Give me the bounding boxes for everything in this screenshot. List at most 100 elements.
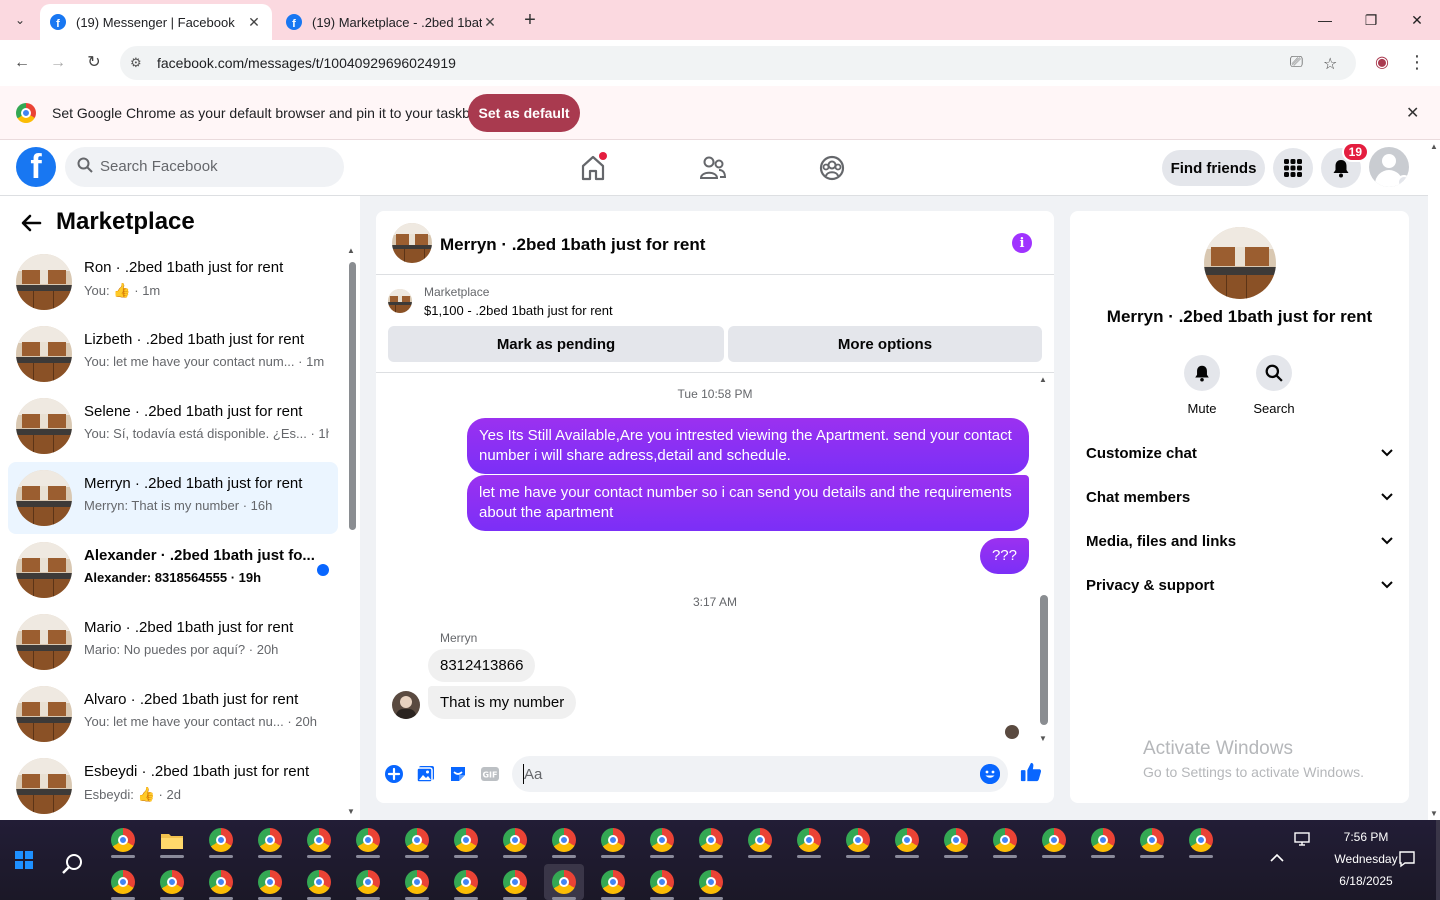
clock-time[interactable]: 7:56 PM [1324, 830, 1408, 844]
gallery-icon[interactable] [415, 763, 437, 785]
scroll-up-arrow-icon[interactable]: ▲ [1039, 375, 1047, 384]
menu-grid-icon[interactable] [1273, 148, 1313, 188]
tab-marketplace[interactable]: f (19) Marketplace - .2bed 1bath ✕ [276, 4, 508, 40]
chrome-window-icon[interactable] [250, 822, 290, 858]
chrome-window-icon[interactable] [299, 822, 339, 858]
chrome-window-icon[interactable] [299, 864, 339, 900]
mark-as-pending-button[interactable]: Mark as pending [388, 326, 724, 362]
chrome-window-icon[interactable] [103, 822, 143, 858]
chrome-window-icon[interactable] [789, 822, 829, 858]
close-infobar-icon[interactable]: ✕ [1406, 103, 1419, 123]
chat-list-scrollbar[interactable]: ▲ ▼ [346, 246, 358, 816]
chrome-window-icon[interactable] [495, 864, 535, 900]
chrome-window-icon[interactable] [1181, 822, 1221, 858]
chat-list-item[interactable]: Merryn · .2bed 1bath just for rent Merryn… [8, 462, 338, 534]
chat-list-item[interactable]: Esbeydi · .2bed 1bath just for rent Esbey… [8, 750, 338, 822]
conversation-avatar[interactable] [392, 223, 432, 263]
chrome-window-icon[interactable] [152, 864, 192, 900]
taskbar-search-icon[interactable] [52, 844, 92, 884]
chrome-window-icon[interactable] [544, 822, 584, 858]
notifications-bell-icon[interactable]: 19 [1321, 142, 1369, 188]
clock-date[interactable]: 6/18/2025 [1316, 874, 1416, 888]
chat-list-item[interactable]: Alvaro · .2bed 1bath just for rent You: l… [8, 678, 338, 750]
chrome-window-icon[interactable] [544, 864, 584, 900]
site-settings-icon[interactable]: ⚙ [130, 55, 142, 71]
close-tab-icon[interactable]: ✕ [482, 14, 498, 31]
scroll-down-arrow-icon[interactable]: ▼ [1430, 809, 1438, 818]
chrome-window-icon[interactable] [1034, 822, 1074, 858]
chat-list-item[interactable]: Mario · .2bed 1bath just for rent Mario: … [8, 606, 338, 678]
chrome-window-icon[interactable] [348, 822, 388, 858]
chrome-window-icon[interactable] [691, 822, 731, 858]
chrome-window-icon[interactable] [348, 864, 388, 900]
chrome-window-icon[interactable] [691, 864, 731, 900]
back-arrow-icon[interactable] [20, 212, 42, 240]
chat-list-item[interactable]: Selene · .2bed 1bath just for rent You: S… [8, 390, 338, 462]
chrome-window-icon[interactable] [985, 822, 1025, 858]
bookmark-star-icon[interactable]: ☆ [1323, 54, 1337, 74]
tab-messenger[interactable]: f (19) Messenger | Facebook ✕ [40, 4, 272, 40]
new-tab-plus-icon[interactable]: + [518, 9, 542, 33]
listing-thumbnail[interactable] [388, 289, 412, 313]
scroll-down-arrow-icon[interactable]: ▼ [347, 807, 355, 816]
customize-chat-section[interactable]: Customize chat [1086, 433, 1393, 473]
message-input[interactable]: Aa [512, 756, 1008, 792]
info-icon[interactable]: i [1012, 233, 1032, 253]
notification-center-icon[interactable] [1398, 850, 1416, 873]
page-scrollbar[interactable]: ▲ ▼ [1428, 140, 1440, 820]
chat-list-item[interactable]: Alexander · .2bed 1bath just fo... Alexan… [8, 534, 338, 606]
back-arrow-icon[interactable]: ← [10, 51, 34, 75]
mute-button[interactable]: Mute [1166, 355, 1238, 416]
sender-avatar[interactable] [392, 691, 420, 719]
search-facebook-input[interactable]: Search Facebook [65, 147, 344, 187]
chrome-window-icon[interactable] [495, 822, 535, 858]
home-icon[interactable] [577, 152, 609, 184]
thread-scrollbar[interactable]: ▲ ▼ [1038, 375, 1050, 743]
scroll-down-arrow-icon[interactable]: ▼ [1039, 734, 1047, 743]
chrome-window-icon[interactable] [740, 822, 780, 858]
chrome-window-icon[interactable] [887, 822, 927, 858]
scroll-up-arrow-icon[interactable]: ▲ [347, 246, 355, 255]
incoming-message[interactable]: 8312413866 [428, 649, 536, 682]
chrome-window-icon[interactable] [201, 864, 241, 900]
chrome-window-icon[interactable] [1083, 822, 1123, 858]
chrome-window-icon[interactable] [838, 822, 878, 858]
chrome-window-icon[interactable] [446, 864, 486, 900]
forward-arrow-icon[interactable]: → [46, 51, 70, 75]
search-in-conversation-button[interactable]: Search [1238, 355, 1310, 416]
address-bar[interactable]: ⚙ facebook.com/messages/t/10040929696024… [120, 46, 1356, 80]
outgoing-message[interactable]: Yes Its Still Available,Are you intreste… [467, 418, 1029, 474]
scrollbar-thumb[interactable] [1040, 595, 1048, 725]
chrome-window-icon[interactable] [593, 822, 633, 858]
chrome-window-icon[interactable] [250, 864, 290, 900]
set-as-default-button[interactable]: Set as default [468, 94, 580, 132]
chrome-window-icon[interactable] [593, 864, 633, 900]
reload-icon[interactable]: ↻ [82, 51, 106, 75]
close-tab-icon[interactable]: ✕ [246, 14, 262, 31]
chrome-window-icon[interactable] [642, 822, 682, 858]
chat-members-section[interactable]: Chat members [1086, 477, 1393, 517]
sticker-icon[interactable] [447, 763, 469, 785]
chat-list-item[interactable]: Ron · .2bed 1bath just for rent You: 👍 · … [8, 246, 338, 318]
chrome-window-icon[interactable] [936, 822, 976, 858]
scroll-up-arrow-icon[interactable]: ▲ [1430, 142, 1438, 151]
facebook-logo-icon[interactable]: f [16, 147, 56, 187]
network-icon[interactable] [1294, 831, 1312, 850]
outgoing-message[interactable]: ??? [979, 538, 1029, 574]
gif-icon[interactable]: GIF [479, 763, 501, 785]
find-friends-button[interactable]: Find friends [1162, 150, 1265, 186]
chrome-menu-icon[interactable]: ⋮ [1408, 52, 1426, 73]
chrome-window-icon[interactable] [103, 864, 143, 900]
show-desktop-button[interactable] [1436, 820, 1440, 900]
outgoing-message[interactable]: let me have your contact number so i can… [467, 475, 1029, 531]
emoji-icon[interactable] [980, 764, 1000, 784]
plus-circle-icon[interactable] [383, 763, 405, 785]
chat-list-item[interactable]: Lizbeth · .2bed 1bath just for rent You: … [8, 318, 338, 390]
like-thumbs-up-icon[interactable] [1020, 761, 1042, 783]
account-avatar[interactable]: ⌄ [1369, 147, 1409, 187]
file-explorer-icon[interactable] [152, 822, 192, 858]
profile-avatar[interactable] [1204, 227, 1276, 299]
conversation-title[interactable]: Merryn · .2bed 1bath just for rent [440, 235, 705, 255]
close-window-icon[interactable]: ✕ [1394, 0, 1440, 40]
listing-price-title[interactable]: $1,100 - .2bed 1bath just for rent [424, 303, 613, 318]
